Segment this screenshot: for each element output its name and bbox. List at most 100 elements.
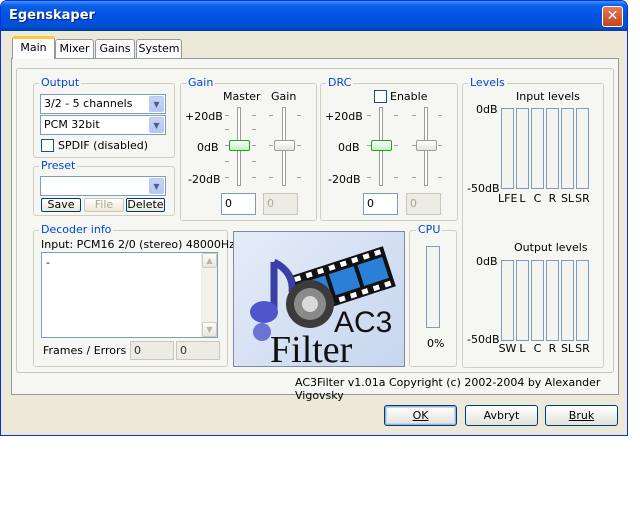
level-meter — [561, 260, 574, 341]
master-label: Master — [223, 90, 261, 103]
format-select-value: PCM 32bit — [44, 118, 100, 131]
tick — [225, 129, 229, 130]
tick — [438, 145, 442, 146]
frames-errors-label: Frames / Errors — [43, 344, 127, 357]
tick — [252, 145, 256, 146]
decoder-info-memo-text: - — [46, 256, 50, 269]
gain-group-label: Gain — [186, 76, 216, 89]
tick — [225, 145, 229, 146]
apply-button[interactable]: Bruk — [545, 405, 618, 426]
level-channel-label: SR — [575, 192, 590, 205]
output-levels-bottom: -50dB — [467, 333, 500, 346]
drc-enable-label: Enable — [390, 90, 428, 103]
window-title: Egenskaper — [9, 8, 95, 23]
tick — [269, 115, 273, 116]
frames-value: 0 — [130, 341, 174, 360]
properties-window: Egenskaper ✕ Main Mixer Gains System Out… — [0, 0, 628, 436]
level-meter — [546, 260, 559, 341]
scroll-down-icon[interactable]: ▼ — [202, 322, 217, 337]
master-gain-input[interactable]: 0 — [221, 193, 256, 215]
drc-label: DRC — [326, 76, 354, 89]
memo-scrollbar[interactable]: ▲ ▼ — [201, 253, 217, 337]
level-meter — [546, 108, 559, 189]
logo-graphic: AC3 Filter — [250, 246, 396, 367]
gain-scale-mid: 0dB — [197, 141, 219, 154]
decoder-input-info: Input: PCM16 2/0 (stereo) 48000Hz — [41, 238, 235, 251]
format-select[interactable]: PCM 32bit ▼ — [40, 115, 166, 135]
drc-level-slider-thumb[interactable] — [416, 140, 437, 151]
scroll-up-icon[interactable]: ▲ — [202, 253, 217, 268]
close-icon[interactable]: ✕ — [602, 6, 623, 27]
gain-slider-thumb[interactable] — [274, 140, 295, 151]
tick — [225, 161, 229, 162]
title-bar[interactable]: Egenskaper ✕ — [1, 1, 627, 31]
preset-select[interactable]: ▼ — [40, 176, 166, 196]
ok-button-label: OK — [412, 409, 429, 422]
level-meter — [501, 260, 514, 341]
drc-scale-mid: 0dB — [338, 141, 360, 154]
cpu-meter — [426, 246, 440, 328]
drc-value-input[interactable]: 0 — [363, 193, 398, 215]
channels-select-value: 3/2 - 5 channels — [44, 97, 133, 110]
level-meter — [576, 108, 589, 189]
input-levels-title: Input levels — [516, 90, 580, 103]
delete-preset-button[interactable]: Delete — [126, 198, 165, 212]
tick — [297, 177, 301, 178]
tick — [297, 115, 301, 116]
tick — [438, 115, 442, 116]
drc-slider-thumb[interactable] — [371, 140, 392, 151]
level-channel-label: SR — [575, 342, 590, 355]
tab-gains[interactable]: Gains — [95, 39, 135, 58]
chevron-down-icon: ▼ — [149, 178, 164, 194]
gain-input[interactable]: 0 — [263, 193, 298, 215]
chevron-down-icon: ▼ — [149, 117, 164, 133]
decoder-info-memo[interactable]: - ▲ ▼ — [41, 252, 218, 338]
tick — [394, 115, 398, 116]
gain-scale-bottom: -20dB — [188, 173, 221, 186]
spdif-checkbox[interactable] — [41, 139, 54, 152]
decoder-info-label: Decoder info — [39, 223, 114, 236]
output-levels-title: Output levels — [514, 241, 588, 254]
tick — [252, 177, 256, 178]
chevron-down-icon: ▼ — [149, 96, 164, 112]
tick — [297, 145, 301, 146]
ok-button[interactable]: OK — [384, 405, 457, 426]
tick — [412, 177, 416, 178]
input-levels-top: 0dB — [476, 103, 498, 116]
drc-enable-checkbox[interactable] — [374, 90, 387, 103]
file-preset-button[interactable]: File — [84, 198, 124, 212]
tick — [252, 115, 256, 116]
level-meter — [531, 260, 544, 341]
tick — [394, 177, 398, 178]
level-meter — [501, 108, 514, 189]
tick — [269, 145, 273, 146]
cancel-button[interactable]: Avbryt — [465, 405, 538, 426]
save-preset-button[interactable]: Save — [41, 198, 81, 212]
errors-value: 0 — [176, 341, 220, 360]
tick — [252, 161, 256, 162]
cpu-value: 0% — [427, 337, 445, 350]
tab-main[interactable]: Main — [12, 36, 55, 59]
output-label: Output — [39, 76, 82, 89]
tick — [252, 129, 256, 130]
spdif-label: SPDIF (disabled) — [58, 139, 149, 152]
levels-label: Levels — [468, 76, 507, 89]
tick — [367, 145, 371, 146]
output-levels-top: 0dB — [476, 255, 498, 268]
channels-select[interactable]: 3/2 - 5 channels ▼ — [40, 94, 166, 114]
tab-mixer[interactable]: Mixer — [55, 39, 94, 58]
ac3filter-logo: AC3 Filter — [233, 231, 405, 367]
level-meter — [516, 260, 529, 341]
tick — [412, 115, 416, 116]
tick — [367, 115, 371, 116]
drc-level-input[interactable]: 0 — [406, 193, 441, 215]
logo-filter-text: Filter — [270, 329, 353, 367]
gain-label: Gain — [271, 90, 297, 103]
tick — [225, 115, 229, 116]
master-slider-thumb[interactable] — [229, 140, 250, 151]
tick — [225, 177, 229, 178]
input-levels-bottom: -50dB — [467, 182, 500, 195]
gain-scale-top: +20dB — [185, 110, 223, 123]
level-meter — [576, 260, 589, 341]
tab-system[interactable]: System — [136, 39, 182, 58]
